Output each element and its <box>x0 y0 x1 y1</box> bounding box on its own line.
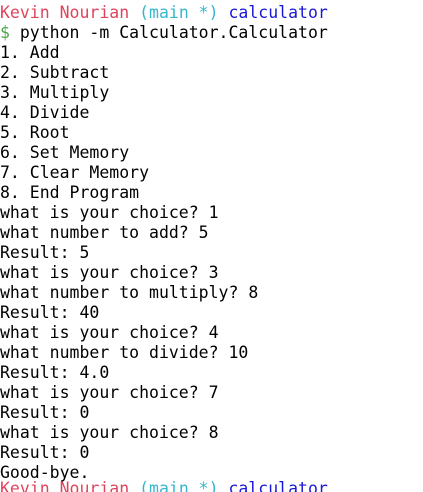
terminal-window[interactable]: Kevin Nourian (main *) calculator $ pyth… <box>0 0 423 492</box>
prompt-line: Kevin Nourian (main *) calculator <box>0 3 423 23</box>
output-line: what is your choice? 3 <box>0 263 219 282</box>
output-line: 5. Root <box>0 123 70 142</box>
output-line: 2. Subtract <box>0 63 110 82</box>
output-line: Result: 0 <box>0 443 90 462</box>
output-line: what number to divide? 10 <box>0 343 249 362</box>
output-line: Result: 4.0 <box>0 363 110 382</box>
next-prompt-line: Kevin Nourian (main *) calculator <box>0 479 423 492</box>
output-line: what number to add? 5 <box>0 223 209 242</box>
prompt-directory: calculator <box>228 3 328 22</box>
output-lines: 1. Add 2. Subtract 3. Multiply 4. Divide… <box>0 43 423 483</box>
next-prompt-branch: (main *) <box>139 479 219 492</box>
output-line: what number to multiply? 8 <box>0 283 259 302</box>
output-line: what is your choice? 1 <box>0 203 219 222</box>
output-line: 1. Add <box>0 43 60 62</box>
output-line: 4. Divide <box>0 103 90 122</box>
output-line: 6. Set Memory <box>0 143 130 162</box>
output-line: what is your choice? 4 <box>0 323 219 342</box>
prompt-dollar: $ <box>0 23 10 42</box>
command-line: $ python -m Calculator.Calculator <box>0 23 423 43</box>
output-line: what is your choice? 7 <box>0 383 219 402</box>
prompt-branch: (main *) <box>139 3 219 22</box>
prompt-user: Kevin Nourian <box>0 3 130 22</box>
output-line: 8. End Program <box>0 183 140 202</box>
next-prompt-directory: calculator <box>228 479 328 492</box>
output-line: Result: 5 <box>0 243 90 262</box>
output-line: Result: 0 <box>0 403 90 422</box>
output-line: what is your choice? 8 <box>0 423 219 442</box>
output-line: 7. Clear Memory <box>0 163 150 182</box>
output-line: Result: 40 <box>0 303 100 322</box>
next-prompt-user: Kevin Nourian <box>0 479 130 492</box>
output-line: 3. Multiply <box>0 83 110 102</box>
command-text: python -m Calculator.Calculator <box>19 23 328 42</box>
